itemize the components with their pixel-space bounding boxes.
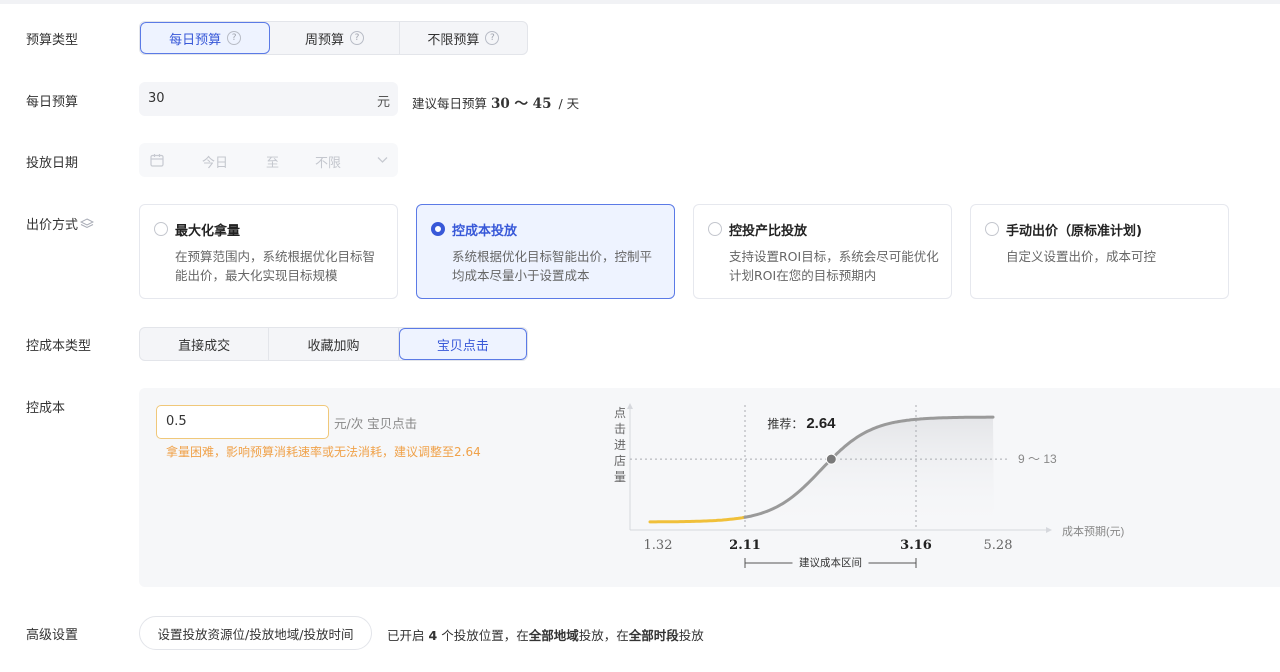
chevron-down-icon [377, 157, 388, 163]
y-axis-label-char: 击 [614, 422, 626, 436]
budget-option-label: 每日预算 [169, 32, 222, 48]
date-separator: 至 [266, 156, 280, 171]
cost-type-option-favorite[interactable]: 收藏加购 [269, 328, 399, 360]
radio-button[interactable] [431, 222, 445, 236]
recommend-value: 2.64 [806, 415, 836, 432]
daily-budget-unit: 元 [376, 95, 390, 110]
curve-area [745, 417, 994, 530]
suggest-prefix: 建议每日预算 [412, 96, 488, 111]
help-icon[interactable]: ? [227, 31, 242, 45]
date-end: 不限 [315, 156, 342, 171]
y-axis-label-char: 进 [614, 438, 626, 452]
calendar-icon [150, 154, 164, 167]
summary-region: 全部地域 [528, 628, 579, 643]
cost-unit: 元/次 宝贝点击 [334, 416, 418, 431]
budget-option-weekly[interactable]: 周预算 ? [270, 22, 400, 54]
budget-option-unlimited[interactable]: 不限预算 ? [400, 22, 527, 54]
daily-budget-label: 每日预算 [26, 95, 79, 110]
advanced-summary: 已开启 4 个投放位置，在全部地域投放，在全部时段投放 [387, 625, 704, 644]
level-label: 9 ～ 13 [1018, 452, 1057, 466]
bid-card-title: 手动出价（原标准计划) [1006, 224, 1142, 239]
bid-card-title: 控成本投放 [452, 224, 518, 239]
summary-text: 投放，在 [578, 628, 629, 643]
bid-card-cost-control[interactable]: 控成本投放 系统根据优化目标智能出价，控制平均成本尽量小于设置成本 [416, 204, 675, 299]
bid-method-label: 出价方式 [26, 218, 79, 233]
radio-button[interactable] [985, 222, 999, 236]
cost-type-selector: 直接成交 收藏加购 宝贝点击 [139, 327, 528, 361]
y-axis-label-char: 量 [614, 470, 626, 484]
cost-curve-chart: 点击进店量 9 ～ 13 推荐： 2.64 1.32 2.11 3.16 5.28 成… [614, 403, 1124, 569]
cost-type-option-deal[interactable]: 直接成交 [140, 328, 270, 360]
summary-text: 投放 [678, 628, 704, 643]
date-label: 投放日期 [26, 156, 79, 171]
x-tick-label: 1.32 [644, 538, 673, 553]
budget-type-label: 预算类型 [26, 33, 79, 48]
daily-budget-input[interactable]: 30 元 [139, 82, 398, 116]
advanced-label: 高级设置 [26, 628, 79, 643]
budget-type-selector: 每日预算 ? 周预算 ? 不限预算 ? [139, 21, 528, 55]
cost-warning: 拿量困难，影响预算消耗速率或无法消耗，建议调整至2.64 [166, 445, 481, 459]
summary-time: 全部时段 [628, 628, 679, 643]
bid-card-title: 最大化拿量 [175, 224, 241, 239]
layers-icon [80, 217, 95, 228]
budget-option-label: 不限预算 [427, 32, 480, 48]
help-icon[interactable]: ? [350, 31, 364, 45]
y-axis-label-char: 店 [614, 454, 626, 468]
x-tick-label: 3.16 [900, 538, 932, 553]
cost-type-label: 控成本类型 [26, 339, 92, 354]
top-divider [0, 0, 1280, 4]
summary-count: 4 [428, 628, 438, 643]
radio-button[interactable] [708, 222, 722, 236]
curve-low-segment [648, 515, 746, 524]
x-axis-arrow [1046, 527, 1052, 533]
recommend-marker [825, 453, 837, 465]
y-axis-label: 点击进店量 [614, 406, 626, 484]
advanced-settings-button[interactable]: 设置投放资源位/投放地域/投放时间 [139, 616, 372, 650]
y-axis-arrow [627, 403, 633, 409]
date-range-picker[interactable]: 今日 至 不限 [139, 143, 398, 177]
x-tick-label: 5.28 [984, 538, 1013, 553]
help-icon[interactable]: ? [485, 31, 500, 45]
suggest-suffix: / 天 [558, 96, 580, 111]
recommend-label: 推荐： [767, 417, 803, 431]
bid-card-desc: 在预算范围内，系统根据优化目标智能出价，最大化实现目标规模 [175, 249, 376, 283]
date-start: 今日 [202, 156, 229, 171]
cost-type-option-click[interactable]: 宝贝点击 [398, 328, 527, 360]
bid-card-max-volume[interactable]: 最大化拿量 在预算范围内，系统根据优化目标智能出价，最大化实现目标规模 [139, 204, 398, 299]
x-axis-label: 成本预期(元) [1062, 524, 1124, 538]
daily-budget-suggestion: 建议每日预算 30 ～ 45 / 天 [412, 92, 579, 112]
budget-option-label: 周预算 [304, 32, 344, 48]
radio-button[interactable] [154, 222, 168, 236]
y-axis-label-char: 点 [614, 406, 626, 420]
budget-option-daily[interactable]: 每日预算 ? [140, 22, 271, 54]
bid-card-manual[interactable]: 手动出价（原标准计划) 自定义设置出价，成本可控 [970, 204, 1229, 299]
range-label: 建议成本区间 [799, 556, 862, 569]
bid-card-desc: 支持设置ROI目标，系统会尽可能优化计划ROI在您的目标预期内 [729, 249, 939, 283]
suggest-range: 30 ～ 45 [491, 96, 552, 112]
summary-text: 已开启 [387, 628, 425, 643]
bid-card-roi[interactable]: 控投产比投放 支持设置ROI目标，系统会尽可能优化计划ROI在您的目标预期内 [693, 204, 952, 299]
x-tick-label: 2.11 [729, 538, 761, 553]
summary-text: 个投放位置，在 [441, 628, 529, 643]
cost-input[interactable]: 0.5 [156, 405, 329, 439]
daily-budget-value: 30 [148, 91, 165, 106]
bid-method-label-row: 出价方式 [26, 214, 95, 233]
bid-card-title: 控投产比投放 [729, 224, 808, 239]
cost-label: 控成本 [26, 401, 66, 416]
bid-card-desc: 系统根据优化目标智能出价，控制平均成本尽量小于设置成本 [452, 249, 653, 283]
bid-card-desc: 自定义设置出价，成本可控 [1006, 249, 1157, 264]
